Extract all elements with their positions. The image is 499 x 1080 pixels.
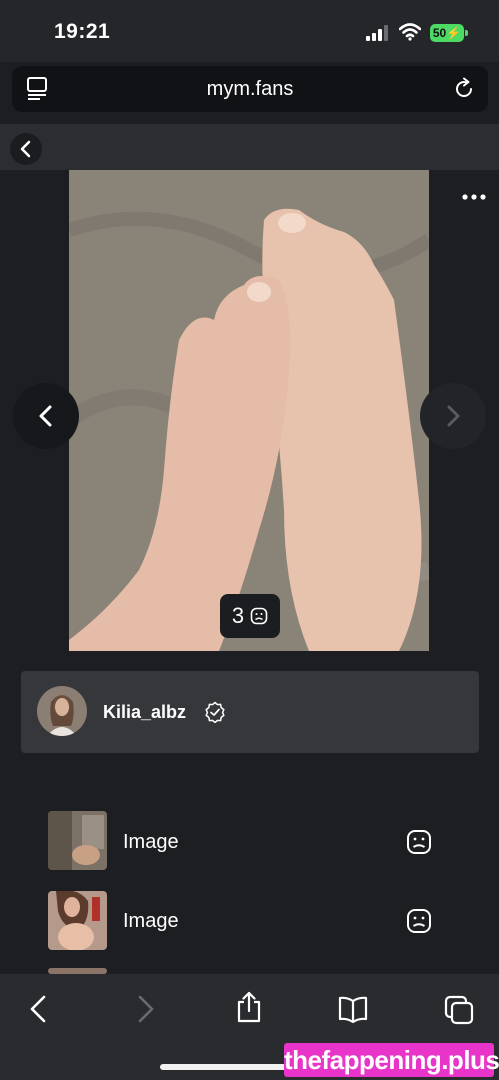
page-header [0, 124, 499, 170]
previous-photo-button[interactable] [13, 383, 79, 449]
back-button[interactable] [10, 133, 42, 165]
chevron-right-icon [447, 405, 460, 427]
chevron-left-icon [20, 140, 31, 158]
page-menu-icon[interactable] [24, 76, 50, 102]
browser-forward-icon[interactable] [130, 993, 160, 1025]
image-icon [407, 909, 431, 933]
avatar[interactable] [37, 686, 87, 736]
next-photo-button[interactable] [420, 383, 486, 449]
bookmarks-icon[interactable] [338, 993, 368, 1025]
chevron-left-icon [39, 405, 52, 427]
verified-icon [205, 701, 225, 723]
cellular-signal-icon [366, 25, 388, 41]
list-item-label[interactable]: Image [123, 831, 179, 854]
author-name[interactable]: Kilia_albz [103, 702, 186, 723]
browser-back-icon[interactable] [24, 993, 54, 1025]
list-item-label[interactable]: Image [123, 910, 179, 933]
author-card[interactable] [21, 671, 479, 753]
image-icon [250, 607, 268, 625]
status-time: 19:21 [54, 20, 111, 43]
reload-icon[interactable] [452, 77, 476, 101]
tabs-icon[interactable] [444, 993, 474, 1025]
post-photo [69, 170, 429, 651]
wifi-icon [399, 23, 421, 41]
watermark: thefappening.plus [284, 1043, 499, 1077]
list-item-thumbnail[interactable] [48, 811, 107, 870]
image-icon [407, 830, 431, 854]
media-count-badge: 3 [220, 594, 280, 638]
battery-tip [465, 30, 468, 36]
media-count: 3 [231, 603, 245, 628]
share-icon[interactable] [234, 991, 264, 1023]
list-item-thumbnail[interactable] [48, 891, 107, 950]
address-url[interactable]: mym.fans [12, 66, 488, 112]
battery-icon: 50⚡ [430, 24, 464, 42]
more-options-icon[interactable] [462, 193, 486, 201]
battery-level: 50 [432, 26, 447, 40]
